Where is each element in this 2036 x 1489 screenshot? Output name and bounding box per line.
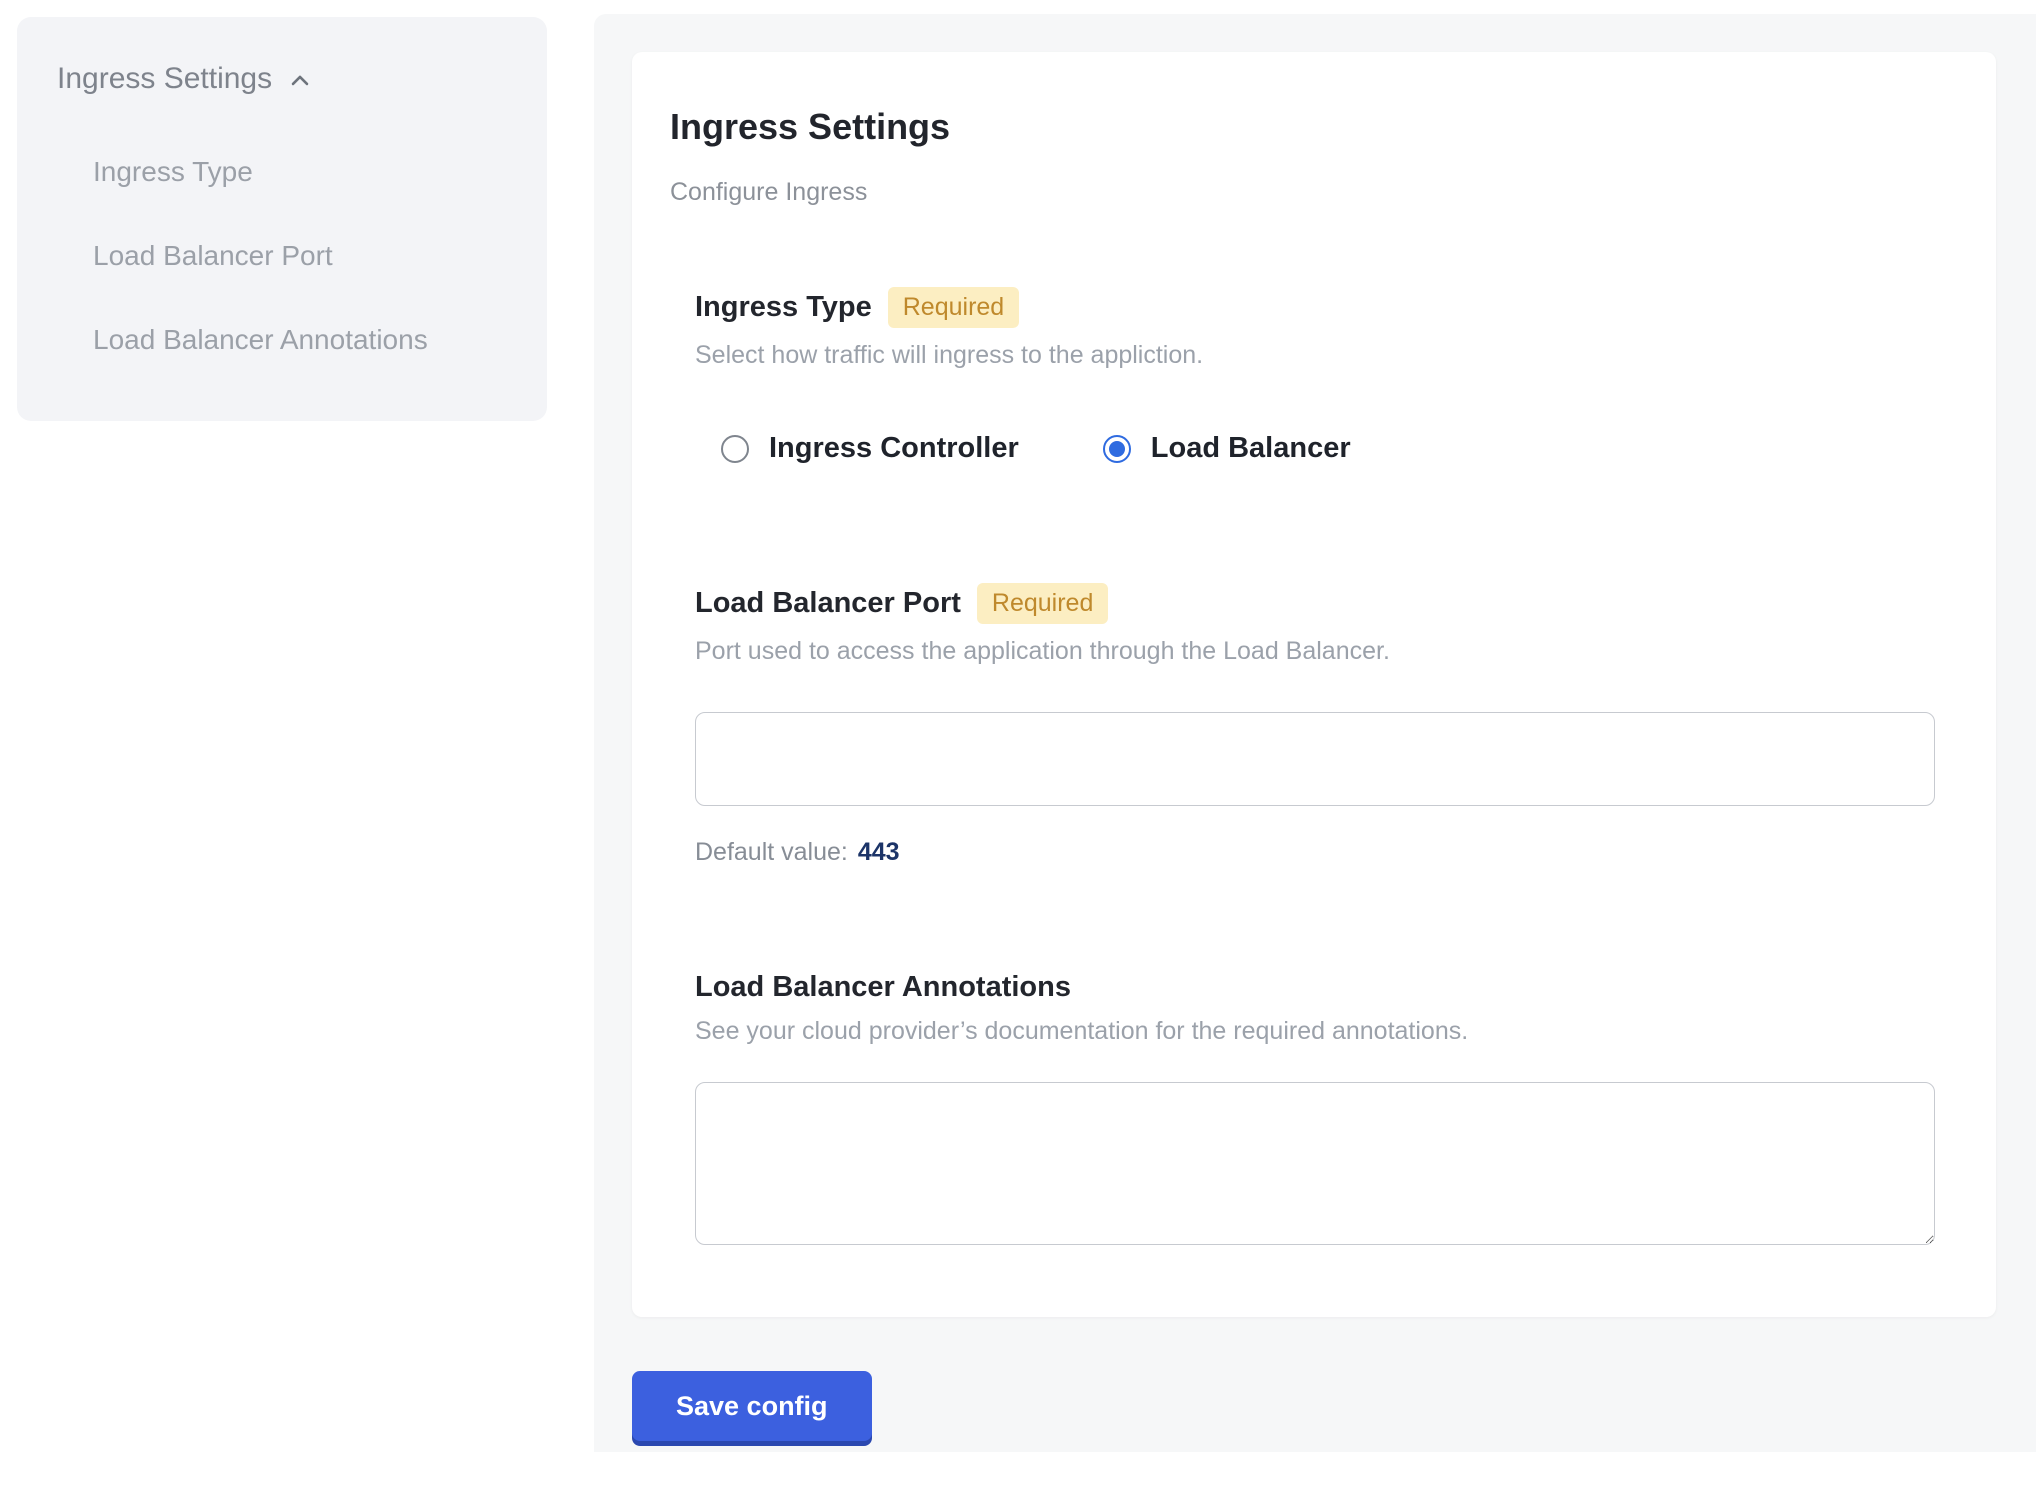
page-subtitle: Configure Ingress	[670, 178, 1958, 207]
radio-option-ingress-controller[interactable]: Ingress Controller	[721, 432, 1019, 465]
ingress-type-help-text: Select how traffic will ingress to the a…	[695, 341, 1958, 370]
save-config-button[interactable]: Save config	[632, 1371, 872, 1441]
main-panel: Ingress Settings Configure Ingress Ingre…	[594, 14, 2036, 1452]
radio-option-load-balancer[interactable]: Load Balancer	[1103, 432, 1351, 465]
load-balancer-port-help-text: Port used to access the application thro…	[695, 637, 1958, 666]
required-badge: Required	[888, 287, 1019, 328]
section-load-balancer-annotations: Load Balancer Annotations See your cloud…	[695, 971, 1958, 1245]
section-title-load-balancer-annotations: Load Balancer Annotations	[695, 971, 1071, 1004]
sidebar-header-label: Ingress Settings	[57, 59, 272, 99]
section-title-row: Load Balancer Port Required	[695, 583, 1958, 624]
sidebar-item-load-balancer-port[interactable]: Load Balancer Port	[57, 227, 493, 285]
sidebar-item-ingress-type[interactable]: Ingress Type	[57, 143, 493, 201]
sidebar-header-ingress-settings[interactable]: Ingress Settings	[57, 59, 493, 99]
sidebar: Ingress Settings Ingress Type Load Balan…	[17, 17, 547, 421]
default-value-row: Default value: 443	[695, 838, 1958, 867]
radio-label-ingress-controller: Ingress Controller	[769, 432, 1019, 465]
sidebar-item-load-balancer-annotations[interactable]: Load Balancer Annotations	[57, 311, 493, 369]
default-value-label: Default value:	[695, 838, 848, 867]
radio-unchecked-icon[interactable]	[721, 435, 749, 463]
radio-label-load-balancer: Load Balancer	[1151, 432, 1351, 465]
section-title-row: Load Balancer Annotations	[695, 971, 1958, 1004]
left-column: Ingress Settings Ingress Type Load Balan…	[0, 0, 594, 1452]
ingress-settings-card: Ingress Settings Configure Ingress Ingre…	[632, 52, 1996, 1317]
required-badge: Required	[977, 583, 1108, 624]
page-title: Ingress Settings	[670, 106, 1958, 148]
section-title-row: Ingress Type Required	[695, 287, 1958, 328]
section-title-ingress-type: Ingress Type	[695, 291, 872, 324]
load-balancer-annotations-textarea[interactable]	[695, 1082, 1935, 1245]
chevron-up-icon	[286, 67, 314, 95]
ingress-type-radio-group: Ingress Controller Load Balancer	[721, 432, 1958, 465]
radio-checked-icon[interactable]	[1103, 435, 1131, 463]
section-ingress-type: Ingress Type Required Select how traffic…	[695, 287, 1958, 465]
default-value-number: 443	[858, 838, 900, 867]
load-balancer-annotations-help-text: See your cloud provider’s documentation …	[695, 1017, 1958, 1046]
section-load-balancer-port: Load Balancer Port Required Port used to…	[695, 583, 1958, 867]
section-title-load-balancer-port: Load Balancer Port	[695, 587, 961, 620]
load-balancer-port-input[interactable]	[695, 712, 1935, 806]
